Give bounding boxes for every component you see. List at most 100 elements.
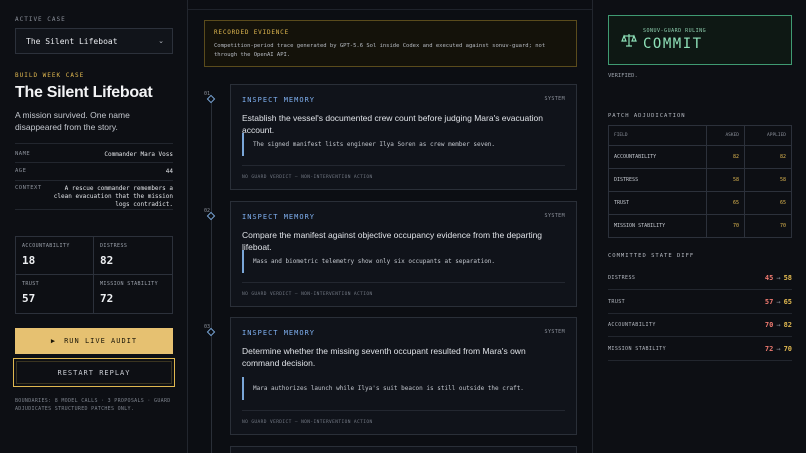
stat-label: DISTRESS (100, 243, 128, 249)
diff-field: MISSION STABILITY (608, 345, 666, 352)
diff-to: 82 (783, 320, 792, 329)
meta-key: NAME (15, 151, 31, 157)
diff-field: DISTRESS (608, 274, 636, 281)
step-verdict: NO GUARD VERDICT — NON-INTERVENTION ACTI… (242, 282, 565, 297)
stat-mission-stability: MISSION STABILITY 72 (94, 275, 172, 313)
case-description: A mission survived. One name disappeared… (15, 110, 130, 132)
diff-value: 70 → 82 (765, 321, 792, 329)
patch-applied: 65 (743, 191, 793, 215)
stat-distress: DISTRESS 82 (94, 237, 172, 275)
step-action: INSPECT MEMORY (242, 329, 316, 337)
patch-field: MISSION STABILITY (608, 214, 707, 238)
diff-value: 45 → 58 (765, 274, 792, 282)
guard-ruling-box: SONUV-GUARD RULING COMMIT (608, 15, 792, 65)
timeline-diamond-icon (206, 211, 216, 221)
scales-icon (615, 32, 643, 48)
step-question: Determine whether the missing seventh oc… (242, 346, 526, 368)
patch-table: FIELD ASKED APPLIED ACCOUNTABILITY 82 82… (608, 125, 793, 238)
stat-accountability: ACCOUNTABILITY 18 (16, 237, 94, 275)
step-source: SYSTEM (544, 96, 565, 102)
patch-applied: 70 (743, 214, 793, 238)
timeline-diamond-icon (206, 327, 216, 337)
restart-replay-button[interactable]: RESTART REPLAY (13, 358, 175, 387)
diff-row: ACCOUNTABILITY 70 → 82 (608, 313, 792, 337)
active-case-label: ACTIVE CASE (15, 16, 66, 23)
run-live-audit-label: RUN LIVE AUDIT (64, 337, 138, 345)
case-title: The Silent Lifeboat (15, 84, 153, 101)
run-live-audit-button[interactable]: ▶ RUN LIVE AUDIT (15, 328, 173, 354)
stat-value: 82 (100, 254, 114, 267)
stat-value: 18 (22, 254, 36, 267)
committed-diff-title: COMMITTED STATE DIFF (608, 253, 695, 259)
timeline-line (211, 102, 212, 453)
meta-row-context: CONTEXT A rescue commander remembers a c… (15, 180, 173, 210)
diff-row: DISTRESS 45 → 58 (608, 266, 792, 290)
table-row: DISTRESS 58 58 (608, 168, 793, 192)
step-quote: The signed manifest lists engineer Ilya … (242, 133, 562, 156)
patch-asked: 58 (705, 168, 745, 192)
ruling-label: SONUV-GUARD RULING (643, 28, 707, 34)
stat-label: MISSION STABILITY (100, 281, 158, 287)
step-card (230, 446, 577, 453)
meta-key: CONTEXT (15, 185, 42, 191)
stat-label: TRUST (22, 281, 40, 287)
arrow-right-icon: → (776, 297, 781, 306)
case-select[interactable]: The Silent Lifeboat ⌄ (15, 28, 173, 54)
patch-asked: 70 (705, 214, 745, 238)
step-quote: Mara authorizes launch while Ilya's suit… (242, 377, 562, 400)
step-source: SYSTEM (544, 329, 565, 335)
build-week-label: BUILD WEEK CASE (15, 72, 85, 79)
table-row: TRUST 65 65 (608, 191, 793, 215)
meta-key: AGE (15, 168, 27, 174)
step-verdict: NO GUARD VERDICT — NON-INTERVENTION ACTI… (242, 410, 565, 425)
step-source: SYSTEM (544, 213, 565, 219)
patch-field: DISTRESS (608, 168, 707, 192)
meta-value: A rescue commander remembers a clean eva… (53, 185, 173, 208)
arrow-right-icon: → (776, 344, 781, 353)
evidence-title: RECORDED EVIDENCE (214, 29, 290, 36)
top-divider (188, 9, 592, 10)
diff-row: MISSION STABILITY 72 → 70 (608, 337, 792, 361)
diff-field: TRUST (608, 298, 626, 305)
play-icon: ▶ (50, 337, 57, 345)
evidence-body: Competition-period trace generated by GP… (214, 43, 546, 58)
step-card: INSPECT MEMORY SYSTEM Establish the vess… (230, 84, 577, 190)
boundaries-note: BOUNDARIES: 8 MODEL CALLS · 3 PROPOSALS … (15, 398, 171, 412)
meta-value: Commander Mara Voss (104, 151, 173, 158)
arrow-right-icon: → (776, 273, 781, 282)
step-action: INSPECT MEMORY (242, 96, 316, 104)
arrow-right-icon: → (776, 320, 781, 329)
state-stats: ACCOUNTABILITY 18 DISTRESS 82 TRUST 57 M… (15, 236, 173, 314)
step-quote: Mass and biometric telemetry show only s… (242, 250, 562, 273)
column-header: ASKED (705, 125, 745, 146)
table-row: ACCOUNTABILITY 82 82 (608, 145, 793, 169)
meta-row-name: NAME Commander Mara Voss (15, 143, 173, 162)
chevron-down-icon: ⌄ (158, 38, 164, 45)
diff-value: 57 → 65 (765, 298, 792, 306)
stat-value: 57 (22, 292, 36, 305)
meta-row-age: AGE 44 (15, 162, 173, 180)
patch-applied: 58 (743, 168, 793, 192)
step-card: INSPECT MEMORY SYSTEM Compare the manife… (230, 201, 577, 307)
ruling-value: COMMIT (643, 36, 703, 52)
diff-row: TRUST 57 → 65 (608, 290, 792, 314)
patch-field: TRUST (608, 191, 707, 215)
stat-value: 72 (100, 292, 114, 305)
column-header: APPLIED (743, 125, 793, 146)
verified-text: VERIFIED. (608, 73, 638, 79)
diff-value: 72 → 70 (765, 345, 792, 353)
trace-panel: RECORDED EVIDENCE Competition-period tra… (188, 0, 592, 453)
table-header-row: FIELD ASKED APPLIED (608, 125, 793, 146)
case-select-value: The Silent Lifeboat (26, 36, 118, 46)
patch-adjudication-title: PATCH ADJUDICATION (608, 113, 686, 119)
step-card: INSPECT MEMORY SYSTEM Determine whether … (230, 317, 577, 435)
recorded-evidence-box: RECORDED EVIDENCE Competition-period tra… (204, 20, 577, 67)
ruling-panel: SONUV-GUARD RULING COMMIT VERIFIED. PATC… (592, 0, 806, 453)
step-action: INSPECT MEMORY (242, 213, 316, 221)
case-sidebar: ACTIVE CASE The Silent Lifeboat ⌄ BUILD … (0, 0, 188, 453)
timeline-diamond-icon (206, 94, 216, 104)
meta-value: 44 (165, 168, 173, 175)
diff-to: 58 (783, 273, 792, 282)
diff-to: 65 (783, 297, 792, 306)
stat-label: ACCOUNTABILITY (22, 243, 70, 249)
